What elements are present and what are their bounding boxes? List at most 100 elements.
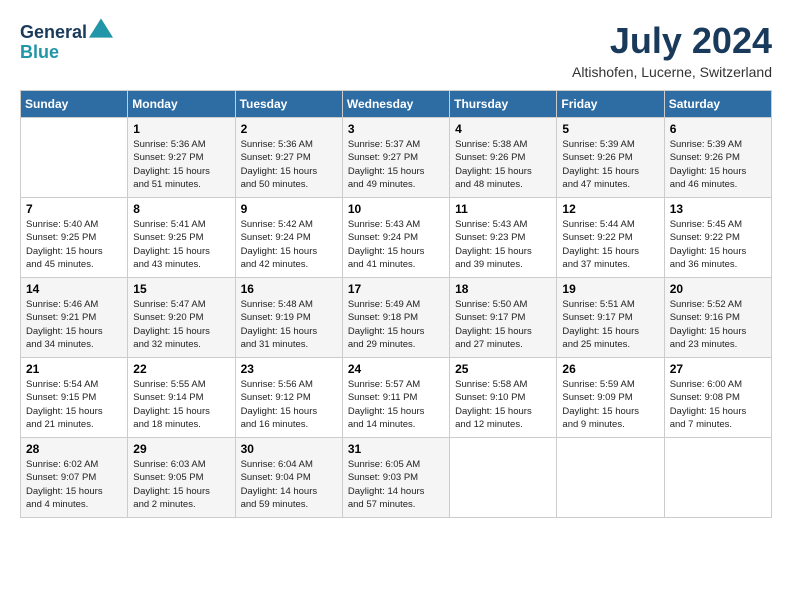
calendar-cell: 5Sunrise: 5:39 AM Sunset: 9:26 PM Daylig… bbox=[557, 118, 664, 198]
day-number: 2 bbox=[241, 122, 337, 136]
day-info: Sunrise: 6:02 AM Sunset: 9:07 PM Dayligh… bbox=[26, 458, 122, 511]
weekday-tuesday: Tuesday bbox=[235, 91, 342, 118]
day-info: Sunrise: 5:37 AM Sunset: 9:27 PM Dayligh… bbox=[348, 138, 444, 191]
calendar-cell bbox=[21, 118, 128, 198]
day-info: Sunrise: 5:39 AM Sunset: 9:26 PM Dayligh… bbox=[562, 138, 658, 191]
week-row-2: 7 Sunrise: 5:40 AM Sunset: 9:25 PM Daylig… bbox=[21, 198, 772, 278]
calendar-cell: 14Sunrise: 5:46 AM Sunset: 9:21 PM Dayli… bbox=[21, 278, 128, 358]
calendar-cell: 31 Sunrise: 6:05 AM Sunset: 9:03 PM Dayli… bbox=[342, 438, 449, 518]
calendar-cell: 8 Sunrise: 5:41 AM Sunset: 9:25 PM Daylig… bbox=[128, 198, 235, 278]
weekday-thursday: Thursday bbox=[450, 91, 557, 118]
day-info: Sunrise: 5:36 AM Sunset: 9:27 PM Dayligh… bbox=[241, 138, 337, 191]
location-text: Altishofen, Lucerne, Switzerland bbox=[572, 64, 772, 80]
calendar-cell: 30Sunrise: 6:04 AM Sunset: 9:04 PM Dayli… bbox=[235, 438, 342, 518]
calendar-cell: 26 Sunrise: 5:59 AM Sunset: 9:09 PM Dayli… bbox=[557, 358, 664, 438]
logo-text: GeneralBlue bbox=[20, 20, 113, 63]
day-info: Sunrise: 5:50 AM Sunset: 9:17 PM Dayligh… bbox=[455, 298, 551, 351]
day-number: 31 bbox=[348, 442, 444, 456]
day-info: Sunrise: 5:41 AM Sunset: 9:25 PM Dayligh… bbox=[133, 218, 229, 271]
day-number: 26 bbox=[562, 362, 658, 376]
calendar-cell: 7 Sunrise: 5:40 AM Sunset: 9:25 PM Daylig… bbox=[21, 198, 128, 278]
day-number: 11 bbox=[455, 202, 551, 216]
day-number: 30 bbox=[241, 442, 337, 456]
day-info: Sunrise: 5:45 AM Sunset: 9:22 PM Dayligh… bbox=[670, 218, 766, 271]
calendar-cell bbox=[664, 438, 771, 518]
day-info: Sunrise: 5:48 AM Sunset: 9:19 PM Dayligh… bbox=[241, 298, 337, 351]
day-info: Sunrise: 6:05 AM Sunset: 9:03 PM Dayligh… bbox=[348, 458, 444, 511]
weekday-saturday: Saturday bbox=[664, 91, 771, 118]
day-number: 20 bbox=[670, 282, 766, 296]
calendar-cell: 27 Sunrise: 6:00 AM Sunset: 9:08 PM Dayli… bbox=[664, 358, 771, 438]
calendar-cell: 24 Sunrise: 5:57 AM Sunset: 9:11 PM Dayli… bbox=[342, 358, 449, 438]
day-number: 8 bbox=[133, 202, 229, 216]
day-info: Sunrise: 5:54 AM Sunset: 9:15 PM Dayligh… bbox=[26, 378, 122, 431]
week-row-4: 21 Sunrise: 5:54 AM Sunset: 9:15 PM Dayli… bbox=[21, 358, 772, 438]
calendar-cell: 16 Sunrise: 5:48 AM Sunset: 9:19 PM Dayli… bbox=[235, 278, 342, 358]
calendar-cell: 17Sunrise: 5:49 AM Sunset: 9:18 PM Dayli… bbox=[342, 278, 449, 358]
day-info: Sunrise: 5:40 AM Sunset: 9:25 PM Dayligh… bbox=[26, 218, 122, 271]
day-number: 27 bbox=[670, 362, 766, 376]
day-number: 25 bbox=[455, 362, 551, 376]
day-info: Sunrise: 5:46 AM Sunset: 9:21 PM Dayligh… bbox=[26, 298, 122, 351]
day-number: 12 bbox=[562, 202, 658, 216]
day-number: 9 bbox=[241, 202, 337, 216]
day-info: Sunrise: 5:36 AM Sunset: 9:27 PM Dayligh… bbox=[133, 138, 229, 191]
day-number: 19 bbox=[562, 282, 658, 296]
day-number: 7 bbox=[26, 202, 122, 216]
calendar-cell: 21 Sunrise: 5:54 AM Sunset: 9:15 PM Dayli… bbox=[21, 358, 128, 438]
day-info: Sunrise: 6:00 AM Sunset: 9:08 PM Dayligh… bbox=[670, 378, 766, 431]
title-area: July 2024 Altishofen, Lucerne, Switzerla… bbox=[572, 20, 772, 80]
day-number: 1 bbox=[133, 122, 229, 136]
calendar-cell: 4 Sunrise: 5:38 AM Sunset: 9:26 PM Daylig… bbox=[450, 118, 557, 198]
weekday-header-row: SundayMondayTuesdayWednesdayThursdayFrid… bbox=[21, 91, 772, 118]
calendar-cell: 22 Sunrise: 5:55 AM Sunset: 9:14 PM Dayli… bbox=[128, 358, 235, 438]
day-info: Sunrise: 5:44 AM Sunset: 9:22 PM Dayligh… bbox=[562, 218, 658, 271]
day-info: Sunrise: 5:55 AM Sunset: 9:14 PM Dayligh… bbox=[133, 378, 229, 431]
day-info: Sunrise: 5:43 AM Sunset: 9:24 PM Dayligh… bbox=[348, 218, 444, 271]
calendar-cell: 28Sunrise: 6:02 AM Sunset: 9:07 PM Dayli… bbox=[21, 438, 128, 518]
day-info: Sunrise: 6:03 AM Sunset: 9:05 PM Dayligh… bbox=[133, 458, 229, 511]
day-info: Sunrise: 5:39 AM Sunset: 9:26 PM Dayligh… bbox=[670, 138, 766, 191]
week-row-1: 1 Sunrise: 5:36 AM Sunset: 9:27 PM Daylig… bbox=[21, 118, 772, 198]
calendar-cell: 12 Sunrise: 5:44 AM Sunset: 9:22 PM Dayli… bbox=[557, 198, 664, 278]
weekday-monday: Monday bbox=[128, 91, 235, 118]
calendar-cell: 2 Sunrise: 5:36 AM Sunset: 9:27 PM Daylig… bbox=[235, 118, 342, 198]
week-row-3: 14Sunrise: 5:46 AM Sunset: 9:21 PM Dayli… bbox=[21, 278, 772, 358]
calendar-cell: 23Sunrise: 5:56 AM Sunset: 9:12 PM Dayli… bbox=[235, 358, 342, 438]
day-number: 17 bbox=[348, 282, 444, 296]
calendar-cell: 25 Sunrise: 5:58 AM Sunset: 9:10 PM Dayli… bbox=[450, 358, 557, 438]
month-title: July 2024 bbox=[572, 20, 772, 62]
calendar-cell: 15 Sunrise: 5:47 AM Sunset: 9:20 PM Dayli… bbox=[128, 278, 235, 358]
weekday-wednesday: Wednesday bbox=[342, 91, 449, 118]
calendar-cell: 18Sunrise: 5:50 AM Sunset: 9:17 PM Dayli… bbox=[450, 278, 557, 358]
day-number: 10 bbox=[348, 202, 444, 216]
day-info: Sunrise: 5:47 AM Sunset: 9:20 PM Dayligh… bbox=[133, 298, 229, 351]
calendar-table: SundayMondayTuesdayWednesdayThursdayFrid… bbox=[20, 90, 772, 518]
calendar-cell: 1 Sunrise: 5:36 AM Sunset: 9:27 PM Daylig… bbox=[128, 118, 235, 198]
day-number: 22 bbox=[133, 362, 229, 376]
day-number: 24 bbox=[348, 362, 444, 376]
day-number: 16 bbox=[241, 282, 337, 296]
day-number: 4 bbox=[455, 122, 551, 136]
day-number: 13 bbox=[670, 202, 766, 216]
week-row-5: 28Sunrise: 6:02 AM Sunset: 9:07 PM Dayli… bbox=[21, 438, 772, 518]
logo-blue: Blue bbox=[20, 42, 59, 62]
day-number: 15 bbox=[133, 282, 229, 296]
day-info: Sunrise: 5:42 AM Sunset: 9:24 PM Dayligh… bbox=[241, 218, 337, 271]
weekday-sunday: Sunday bbox=[21, 91, 128, 118]
calendar-cell: 20Sunrise: 5:52 AM Sunset: 9:16 PM Dayli… bbox=[664, 278, 771, 358]
day-info: Sunrise: 5:59 AM Sunset: 9:09 PM Dayligh… bbox=[562, 378, 658, 431]
calendar-cell bbox=[450, 438, 557, 518]
day-number: 6 bbox=[670, 122, 766, 136]
logo: GeneralBlue bbox=[20, 20, 113, 63]
day-info: Sunrise: 5:51 AM Sunset: 9:17 PM Dayligh… bbox=[562, 298, 658, 351]
day-info: Sunrise: 5:38 AM Sunset: 9:26 PM Dayligh… bbox=[455, 138, 551, 191]
calendar-cell: 10 Sunrise: 5:43 AM Sunset: 9:24 PM Dayli… bbox=[342, 198, 449, 278]
day-number: 23 bbox=[241, 362, 337, 376]
day-info: Sunrise: 5:57 AM Sunset: 9:11 PM Dayligh… bbox=[348, 378, 444, 431]
day-number: 21 bbox=[26, 362, 122, 376]
calendar-cell: 11Sunrise: 5:43 AM Sunset: 9:23 PM Dayli… bbox=[450, 198, 557, 278]
calendar-cell bbox=[557, 438, 664, 518]
calendar-cell: 13 Sunrise: 5:45 AM Sunset: 9:22 PM Dayli… bbox=[664, 198, 771, 278]
day-info: Sunrise: 5:58 AM Sunset: 9:10 PM Dayligh… bbox=[455, 378, 551, 431]
